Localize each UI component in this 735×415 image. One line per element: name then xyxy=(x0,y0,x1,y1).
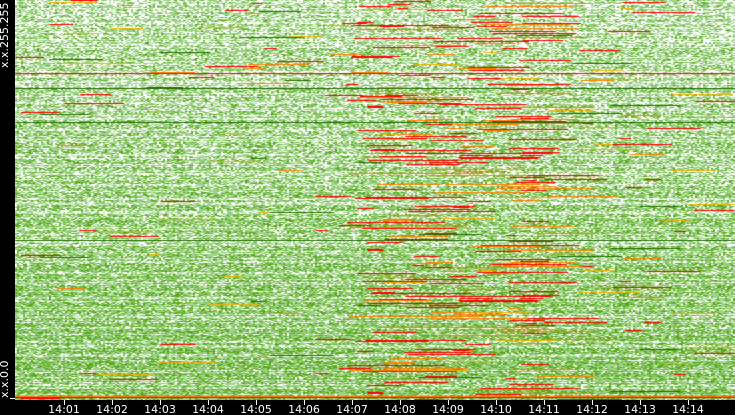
x-tick-label: 14:06 xyxy=(288,403,320,415)
x-tick-label: 14:10 xyxy=(480,403,512,415)
x-tick-label: 14:12 xyxy=(576,403,608,415)
x-tick-label: 14:02 xyxy=(96,403,128,415)
heatmap-chart: x.x.255.255 x.x.0.0 14:01 14:02 14:03 14:04… xyxy=(0,0,735,415)
x-tick-label: 14:08 xyxy=(384,403,416,415)
x-tick-label: 14:14 xyxy=(672,403,704,415)
x-tick-label: 14:01 xyxy=(48,403,80,415)
x-tick-label: 14:05 xyxy=(240,403,272,415)
x-tick-label: 14:03 xyxy=(144,403,176,415)
x-tick-label: 14:07 xyxy=(336,403,368,415)
x-tick-label: 14:09 xyxy=(432,403,464,415)
y-tick-bottom xyxy=(10,398,15,399)
y-tick-label-top: x.x.255.255 xyxy=(0,2,11,68)
y-tick-label-bottom: x.x.0.0 xyxy=(0,360,11,398)
x-tick-label: 14:04 xyxy=(192,403,224,415)
x-tick-label: 14:11 xyxy=(528,403,560,415)
heatmap-plot-area xyxy=(15,0,735,400)
x-tick-label: 14:13 xyxy=(624,403,656,415)
